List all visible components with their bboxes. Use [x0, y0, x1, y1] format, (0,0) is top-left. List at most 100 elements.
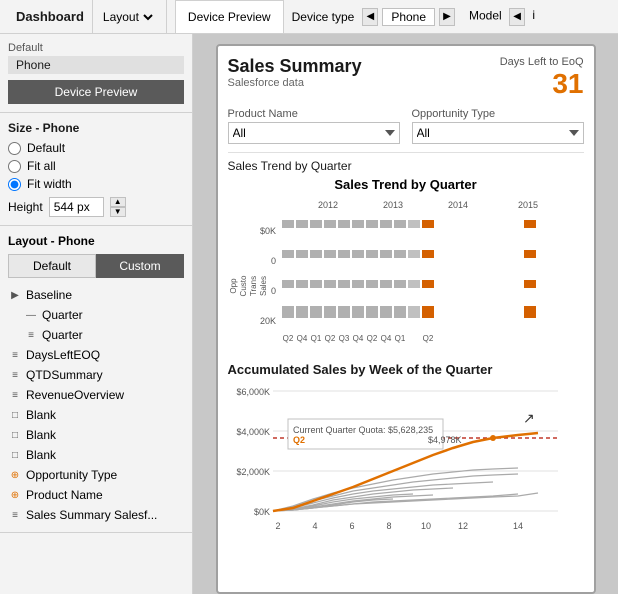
accum-chart-area: $6,000K $4,000K $2,000K $0K [228, 381, 584, 559]
tree-item-revenue[interactable]: ≡ RevenueOverview [8, 386, 184, 404]
stepper-down[interactable]: ▼ [110, 207, 126, 217]
ss-header: Sales Summary Salesforce data Days Left … [228, 56, 584, 100]
filter-row: Product Name All Opportunity Type All [228, 108, 584, 144]
model-prev-button[interactable]: ◀ [509, 8, 525, 26]
model-section: Model ◀ i [463, 8, 545, 26]
size-section-title: Size - Phone [8, 121, 184, 135]
svg-text:0: 0 [270, 286, 275, 296]
tree-item-opportunity[interactable]: ⊕ Opportunity Type [8, 466, 184, 484]
svg-text:12: 12 [457, 521, 467, 531]
ss-title: Sales Summary [228, 56, 362, 77]
svg-text:Q1: Q1 [394, 334, 405, 343]
device-preview-tab[interactable]: Device Preview [175, 0, 284, 33]
svg-text:Q1: Q1 [310, 334, 321, 343]
radio-fit-width-input[interactable] [8, 178, 21, 191]
opportunity-type-select[interactable]: All [412, 122, 584, 144]
quarter2-label: Quarter [42, 328, 83, 342]
layout-select-wrap[interactable]: Layout [92, 0, 162, 33]
blank2-label: Blank [26, 428, 56, 442]
svg-text:2012: 2012 [317, 200, 337, 210]
svg-text:8: 8 [386, 521, 391, 531]
height-label: Height [8, 200, 43, 214]
salessummary-lines-icon: ≡ [8, 508, 22, 522]
opportunity-type-filter: Opportunity Type All [412, 108, 584, 144]
product-name-select[interactable]: All [228, 122, 400, 144]
opportunity-type-label: Opportunity Type [412, 108, 584, 120]
days-left-number: 31 [500, 68, 584, 100]
svg-text:Opp: Opp [229, 278, 238, 294]
svg-text:2: 2 [275, 521, 280, 531]
salessummary-label: Sales Summary Salesf... [26, 508, 157, 522]
device-type-label: Device type [292, 10, 355, 24]
days-left-label: Days Left to EoQ [500, 56, 584, 68]
phone-badge: Phone [8, 56, 184, 74]
svg-text:$4,978K: $4,978K [428, 435, 462, 445]
tree-item-blank1[interactable]: □ Blank [8, 406, 184, 424]
height-input[interactable] [49, 197, 104, 217]
tree-item-salessummary[interactable]: ≡ Sales Summary Salesf... [8, 506, 184, 524]
radio-fit-width[interactable]: Fit width [8, 177, 184, 191]
quarter1-dash-icon: — [24, 308, 38, 322]
device-preview-tab-label: Device Preview [188, 10, 271, 24]
device-preview-button[interactable]: Device Preview [8, 80, 184, 104]
height-row: Height ▲ ▼ [8, 197, 184, 217]
radio-fit-all-input[interactable] [8, 160, 21, 173]
product-name-filter: Product Name All [228, 108, 400, 144]
svg-text:Sales: Sales [259, 276, 268, 296]
radio-default-input[interactable] [8, 142, 21, 155]
tree-item-blank2[interactable]: □ Blank [8, 426, 184, 444]
stepper-up[interactable]: ▲ [110, 197, 126, 207]
chart-section-label: Sales Trend by Quarter [228, 159, 584, 173]
svg-text:Q3: Q3 [338, 334, 349, 343]
days-left-group: Days Left to EoQ 31 [500, 56, 584, 100]
qtd-label: QTDSummary [26, 368, 103, 382]
toggle-default-btn[interactable]: Default [8, 254, 96, 278]
svg-text:2013: 2013 [382, 200, 402, 210]
dashboard-label: Dashboard [8, 9, 92, 24]
toggle-custom-btn[interactable]: Custom [96, 254, 184, 278]
toggle-group: Default Custom [8, 254, 184, 278]
left-panel: Default Phone Device Preview Size - Phon… [0, 34, 193, 594]
tree-item-blank3[interactable]: □ Blank [8, 446, 184, 464]
tree-item-product[interactable]: ⊕ Product Name [8, 486, 184, 504]
tree-item-qtdsummary[interactable]: ≡ QTDSummary [8, 366, 184, 384]
radio-fit-all[interactable]: Fit all [8, 159, 184, 173]
svg-text:Q4: Q4 [352, 334, 363, 343]
svg-text:$6,000K: $6,000K [236, 387, 270, 397]
phone-frame: Sales Summary Salesforce data Days Left … [216, 44, 596, 594]
tree-item-baseline[interactable]: ▶ Baseline [8, 286, 184, 304]
device-next-button[interactable]: ▶ [439, 8, 455, 26]
preview-panel: Sales Summary Salesforce data Days Left … [193, 34, 618, 594]
opportunity-label: Opportunity Type [26, 468, 117, 482]
top-bar: Dashboard Layout Device Preview Device t… [0, 0, 618, 34]
svg-text:Q4: Q4 [380, 334, 391, 343]
svg-text:6: 6 [349, 521, 354, 531]
svg-text:$0K: $0K [259, 226, 275, 236]
device-value: Phone [382, 8, 435, 26]
main-layout: Default Phone Device Preview Size - Phon… [0, 34, 618, 594]
svg-text:14: 14 [512, 521, 522, 531]
product-label: Product Name [26, 488, 103, 502]
model-value: i [528, 8, 539, 22]
svg-text:$2,000K: $2,000K [236, 467, 270, 477]
section-divider [228, 152, 584, 153]
accum-chart: Accumulated Sales by Week of the Quarter… [228, 362, 584, 559]
radio-default[interactable]: Default [8, 141, 184, 155]
dashboard-section: Dashboard Layout [8, 0, 162, 33]
accum-chart-svg: $6,000K $4,000K $2,000K $0K [228, 381, 568, 556]
svg-text:2015: 2015 [517, 200, 537, 210]
svg-text:$0K: $0K [253, 507, 269, 517]
layout-select[interactable]: Layout [99, 9, 156, 25]
tree-item-quarter2[interactable]: ≡ Quarter [8, 326, 184, 344]
svg-text:Trans: Trans [249, 276, 258, 296]
svg-text:Current Quarter Quota: $5,628,: Current Quarter Quota: $5,628,235 [293, 425, 433, 435]
default-section: Default Phone Device Preview [0, 34, 192, 113]
product-plus-icon: ⊕ [8, 488, 22, 502]
trend-chart: Sales Trend by Quarter $0K 0 0 20K Opp C… [228, 177, 584, 354]
device-prev-button[interactable]: ◀ [362, 8, 378, 26]
tree-item-daysleft[interactable]: ≡ DaysLeftEOQ [8, 346, 184, 364]
tree-item-quarter1[interactable]: — Quarter [8, 306, 184, 324]
model-label: Model [469, 8, 502, 22]
svg-text:$4,000K: $4,000K [236, 427, 270, 437]
quarter2-lines-icon: ≡ [24, 328, 38, 342]
